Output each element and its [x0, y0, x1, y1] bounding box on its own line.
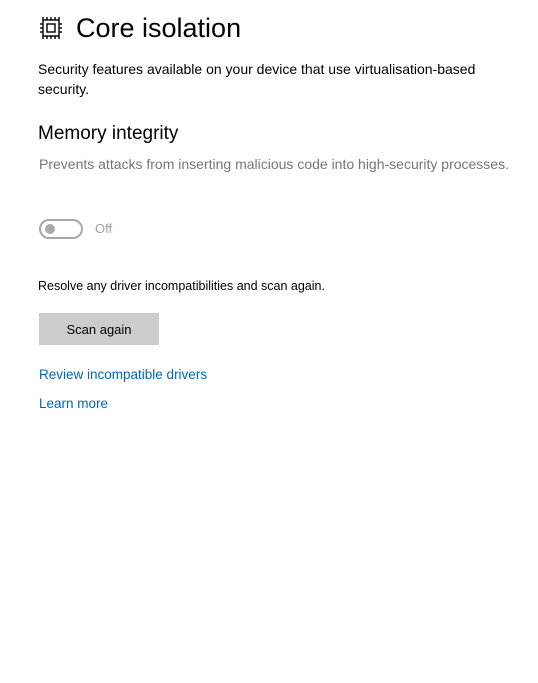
review-incompatible-drivers-link[interactable]: Review incompatible drivers	[39, 365, 207, 385]
learn-more-link[interactable]: Learn more	[39, 394, 108, 414]
memory-integrity-toggle-row: Off	[39, 219, 112, 239]
memory-integrity-description: Prevents attacks from inserting maliciou…	[39, 156, 509, 172]
scan-again-button[interactable]: Scan again	[39, 313, 159, 345]
page-title: Core isolation	[76, 13, 242, 43]
page-header: Core isolation	[38, 10, 241, 46]
toggle-knob	[45, 224, 55, 234]
memory-integrity-toggle[interactable]	[39, 219, 83, 239]
page-description: Security features available on your devi…	[38, 61, 476, 97]
resolve-instructions: Resolve any driver incompatibilities and…	[38, 279, 325, 293]
memory-integrity-title: Memory integrity	[38, 123, 179, 144]
toggle-state-label: Off	[95, 221, 113, 236]
core-isolation-chip-icon	[38, 15, 64, 41]
